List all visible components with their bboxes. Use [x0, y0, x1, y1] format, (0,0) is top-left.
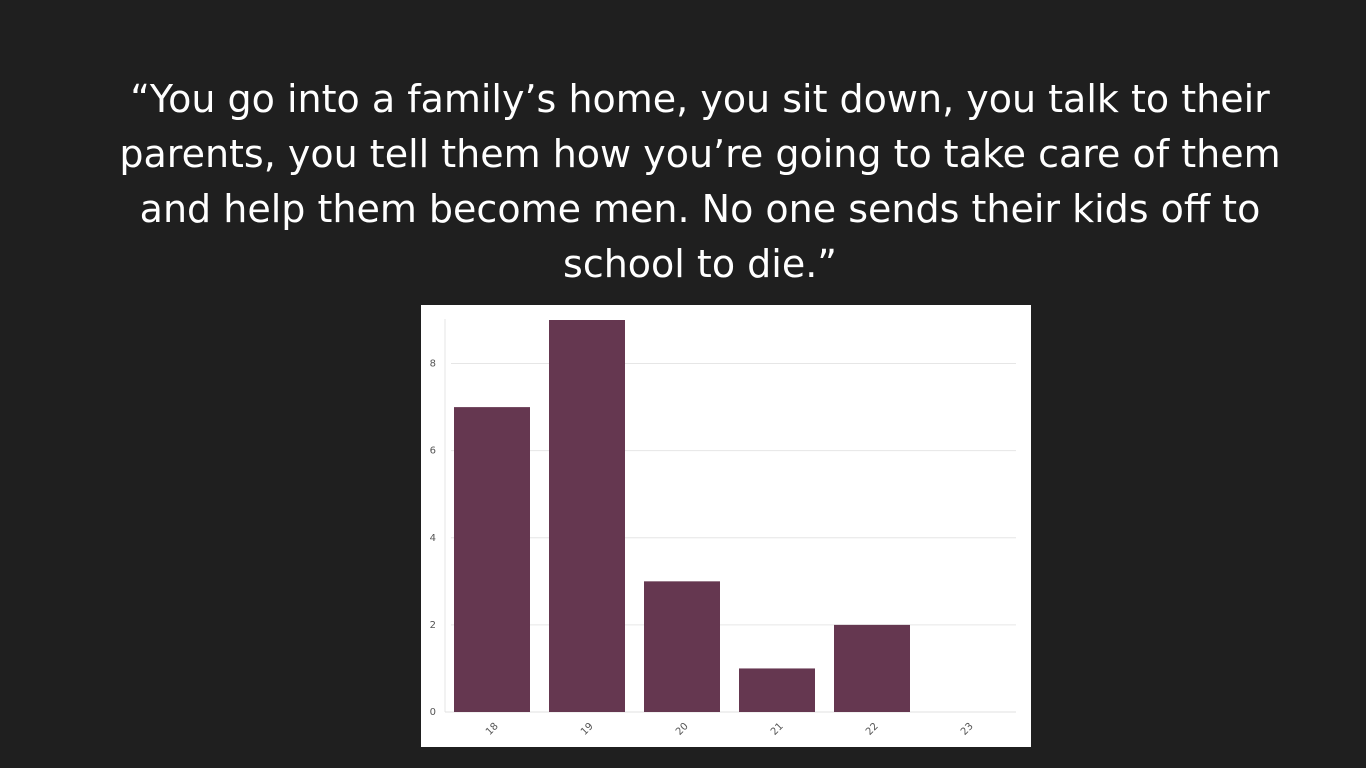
x-tick-label: 20 — [674, 721, 691, 738]
y-tick-label: 0 — [430, 707, 436, 718]
bar — [454, 407, 530, 712]
x-tick-label: 23 — [959, 721, 976, 738]
y-tick-label: 8 — [430, 359, 436, 370]
x-tick-label: 22 — [864, 721, 881, 738]
bar — [644, 581, 720, 712]
x-tick-label: 18 — [484, 721, 501, 738]
y-tick-label: 6 — [430, 446, 436, 457]
bar — [739, 668, 815, 712]
y-tick-label: 2 — [430, 620, 436, 631]
y-tick-label: 4 — [430, 533, 436, 544]
bar — [549, 320, 625, 712]
chart-svg: 0 2 4 6 8 18 19 20 21 22 23 — [430, 319, 1016, 738]
x-tick-label: 21 — [769, 721, 786, 738]
bar — [834, 624, 910, 712]
bar-chart: 0 2 4 6 8 18 19 20 21 22 23 — [421, 305, 1031, 747]
x-tick-label: 19 — [579, 721, 596, 738]
quote-text: “You go into a family’s home, you sit do… — [119, 77, 1281, 286]
